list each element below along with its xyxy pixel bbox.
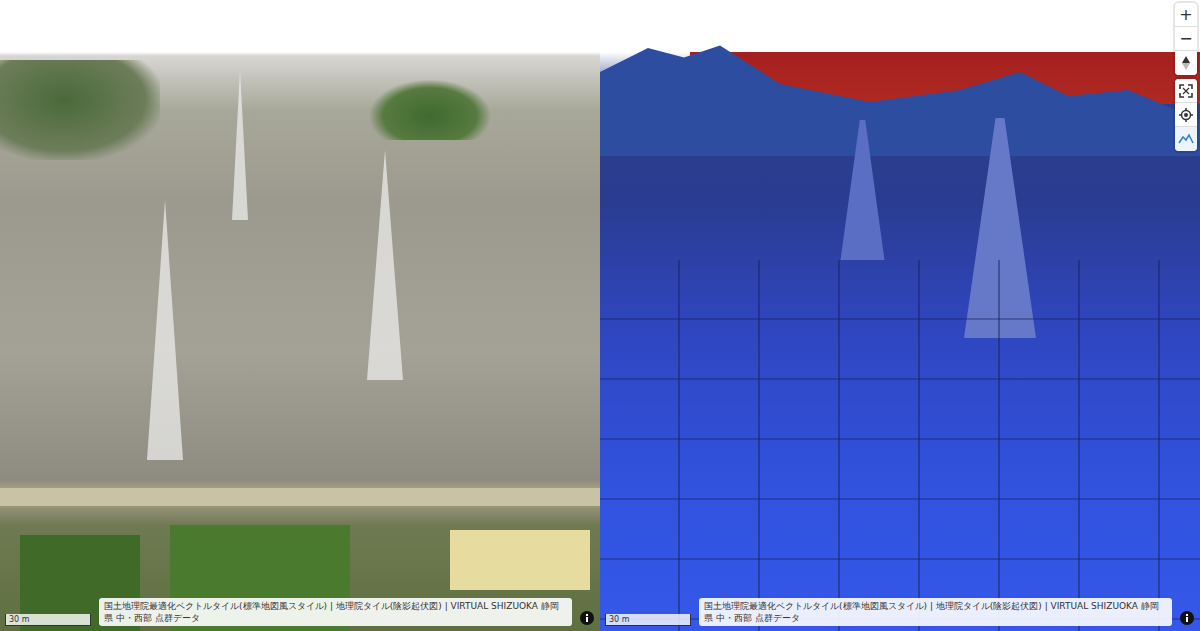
info-icon[interactable]	[1180, 611, 1194, 625]
compass-icon	[1180, 56, 1192, 70]
compass-button[interactable]	[1175, 51, 1197, 75]
scale-bar: 30 m	[605, 614, 691, 626]
point-cloud-scene[interactable]	[0, 0, 600, 631]
locate-button[interactable]	[1175, 103, 1197, 127]
map-footer: 30 m 国土地理院最適化ベクトルタイル(標準地図風スタイル) | 地理院タイル…	[605, 598, 1194, 626]
elevation-scene[interactable]	[600, 0, 1200, 631]
pylon	[340, 150, 430, 380]
navigation-group: +−	[1175, 3, 1197, 75]
pylon	[220, 70, 260, 220]
tools-group	[1175, 79, 1197, 151]
terrain-icon	[1178, 133, 1194, 145]
grid	[600, 260, 1200, 631]
zoom-in-button[interactable]: +	[1175, 3, 1197, 27]
hill	[370, 80, 490, 140]
attribution: 国土地理院最適化ベクトルタイル(標準地図風スタイル) | 地理院タイル(陰影起伏…	[699, 598, 1172, 626]
road	[0, 488, 600, 506]
scale-bar: 30 m	[5, 614, 91, 626]
fullscreen-icon	[1179, 84, 1193, 98]
map-footer: 30 m 国土地理院最適化ベクトルタイル(標準地図風スタイル) | 地理院タイル…	[5, 598, 594, 626]
attribution: 国土地理院最適化ベクトルタイル(標準地図風スタイル) | 地理院タイル(陰影起伏…	[99, 598, 572, 626]
zoom-out-button[interactable]: −	[1175, 27, 1197, 51]
split-map-viewer: 30 m 国土地理院最適化ベクトルタイル(標準地図風スタイル) | 地理院タイル…	[0, 0, 1200, 631]
terrain-button[interactable]	[1175, 127, 1197, 151]
fullscreen-button[interactable]	[1175, 79, 1197, 103]
locate-icon	[1179, 108, 1193, 122]
elevation-pane[interactable]: +− 30 m 国土地理院最適化ベクトルタイル(標準地図風スタイル) | 地理院…	[600, 0, 1200, 631]
info-icon[interactable]	[580, 611, 594, 625]
map-controls: +−	[1175, 3, 1197, 151]
building	[450, 530, 590, 590]
trees	[0, 60, 160, 160]
pylon	[120, 200, 210, 460]
point-cloud-pane[interactable]: 30 m 国土地理院最適化ベクトルタイル(標準地図風スタイル) | 地理院タイル…	[0, 0, 600, 631]
